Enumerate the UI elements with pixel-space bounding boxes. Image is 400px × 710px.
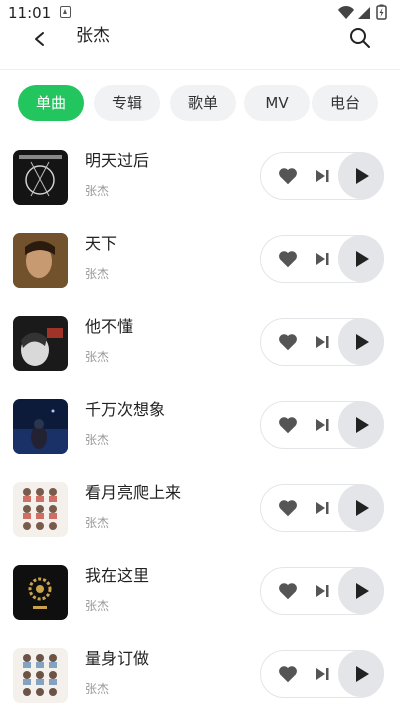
song-title: 他不懂: [85, 317, 134, 336]
song-artist: 张杰: [85, 433, 110, 447]
heart-icon: [279, 417, 297, 434]
play-icon: [356, 583, 369, 599]
add-to-queue-button[interactable]: [313, 499, 331, 517]
add-to-queue-button[interactable]: [313, 333, 331, 351]
category-tabs: 单曲 专辑 歌单 MV 电台: [18, 85, 388, 121]
add-to-queue-button[interactable]: [313, 167, 331, 185]
play-icon: [356, 251, 369, 267]
play-next-icon: [316, 668, 329, 680]
play-button[interactable]: [338, 152, 384, 199]
like-button[interactable]: [277, 580, 299, 602]
play-icon: [356, 666, 369, 682]
like-button[interactable]: [277, 414, 299, 436]
tab-singles[interactable]: 单曲: [18, 85, 84, 121]
heart-icon: [279, 666, 297, 683]
play-next-icon: [316, 336, 329, 348]
album-cover: [13, 233, 68, 288]
song-artist: 张杰: [85, 350, 110, 364]
album-cover: [13, 565, 68, 620]
play-next-icon: [316, 170, 329, 182]
page-title: 张杰: [76, 26, 110, 46]
song-row[interactable]: 量身订做 张杰: [0, 633, 400, 710]
song-controls: [260, 152, 384, 200]
song-title: 天下: [85, 234, 118, 253]
song-controls: [260, 567, 384, 615]
song-artist: 张杰: [85, 516, 110, 530]
like-button[interactable]: [277, 165, 299, 187]
add-to-queue-button[interactable]: [313, 582, 331, 600]
signal-icon: [358, 7, 370, 19]
play-next-icon: [316, 253, 329, 265]
back-button[interactable]: [26, 26, 56, 52]
album-cover: [13, 648, 68, 703]
heart-icon: [279, 583, 297, 600]
tab-playlists[interactable]: 歌单: [170, 85, 236, 121]
add-to-queue-button[interactable]: [313, 250, 331, 268]
header-divider: [0, 69, 400, 70]
song-artist: 张杰: [85, 682, 110, 696]
play-button[interactable]: [338, 235, 384, 282]
like-button[interactable]: [277, 497, 299, 519]
play-icon: [356, 500, 369, 516]
song-controls: [260, 484, 384, 532]
heart-icon: [279, 251, 297, 268]
song-row[interactable]: 天下 张杰: [0, 218, 400, 301]
play-icon: [356, 417, 369, 433]
search-button[interactable]: [348, 26, 372, 50]
song-controls: [260, 318, 384, 366]
add-to-queue-button[interactable]: [313, 665, 331, 683]
song-controls: [260, 401, 384, 449]
play-button[interactable]: [338, 567, 384, 614]
album-cover: [13, 150, 68, 205]
song-list: 明天过后 张杰 天下 张杰 他不懂 张杰 千万次想象 张杰 看月亮爬上来 张杰 …: [0, 135, 400, 710]
status-time: 11:01: [8, 4, 52, 22]
play-button[interactable]: [338, 650, 384, 697]
song-title: 看月亮爬上来: [85, 483, 182, 502]
song-row[interactable]: 我在这里 张杰: [0, 550, 400, 633]
play-button[interactable]: [338, 484, 384, 531]
album-cover: [13, 399, 68, 454]
song-title: 千万次想象: [85, 400, 166, 419]
song-controls: [260, 650, 384, 698]
app-header: 张杰: [0, 24, 400, 70]
tab-radio[interactable]: 电台: [312, 85, 378, 121]
search-icon: [350, 28, 370, 48]
like-button[interactable]: [277, 663, 299, 685]
heart-icon: [279, 168, 297, 185]
play-next-icon: [316, 502, 329, 514]
song-artist: 张杰: [85, 267, 110, 281]
song-row[interactable]: 看月亮爬上来 张杰: [0, 467, 400, 550]
tab-albums[interactable]: 专辑: [94, 85, 160, 121]
like-button[interactable]: [277, 331, 299, 353]
battery-charging-icon: [376, 4, 387, 20]
chevron-left-icon: [35, 32, 44, 46]
app-notification-icon: [60, 6, 71, 18]
like-button[interactable]: [277, 248, 299, 270]
song-title: 我在这里: [85, 566, 150, 585]
add-to-queue-button[interactable]: [313, 416, 331, 434]
song-row[interactable]: 千万次想象 张杰: [0, 384, 400, 467]
song-controls: [260, 235, 384, 283]
song-row[interactable]: 他不懂 张杰: [0, 301, 400, 384]
tab-mv[interactable]: MV: [244, 85, 310, 121]
song-artist: 张杰: [85, 184, 110, 198]
status-bar: 11:01: [0, 0, 400, 24]
play-button[interactable]: [338, 401, 384, 448]
song-artist: 张杰: [85, 599, 110, 613]
heart-icon: [279, 500, 297, 517]
album-cover: [13, 482, 68, 537]
song-row[interactable]: 明天过后 张杰: [0, 135, 400, 218]
status-icons: [336, 4, 392, 20]
song-title: 量身订做: [85, 649, 150, 668]
album-cover: [13, 316, 68, 371]
heart-icon: [279, 334, 297, 351]
wifi-icon: [338, 5, 354, 19]
play-next-icon: [316, 419, 329, 431]
play-next-icon: [316, 585, 329, 597]
play-icon: [356, 168, 369, 184]
song-title: 明天过后: [85, 151, 150, 170]
play-button[interactable]: [338, 318, 384, 365]
play-icon: [356, 334, 369, 350]
